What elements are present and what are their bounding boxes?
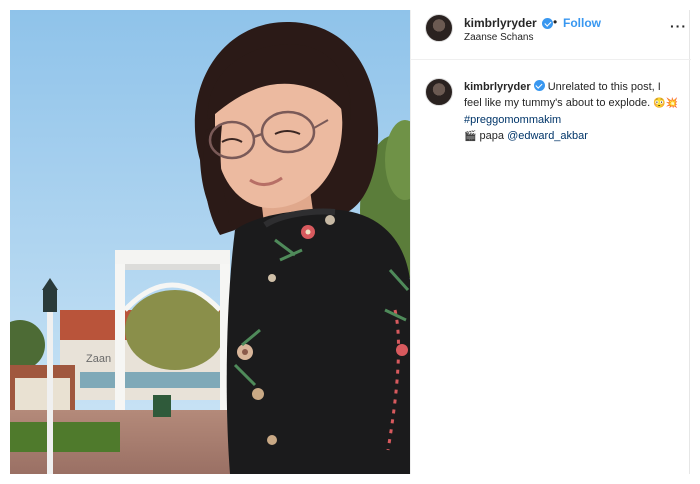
post-card: Zaan kimbrlyryder • Follow Zaanse Schans… — [10, 10, 691, 474]
post-header: kimbrlyryder • Follow Zaanse Schans ··· — [411, 10, 691, 60]
caption-text: kimbrlyryder Unrelated to this post, I f… — [464, 79, 679, 145]
mention-link[interactable]: @edward_akbar — [507, 130, 588, 142]
credit-text: papa — [479, 130, 504, 142]
clapper-board-icon: 🎬 — [464, 131, 477, 142]
post-photo[interactable]: Zaan — [10, 10, 410, 474]
hashtag-link[interactable]: #preggomommakim — [464, 114, 561, 126]
flushed-face-icon: 😳 — [653, 98, 666, 109]
collision-icon: 💥 — [665, 98, 679, 109]
caption-avatar[interactable] — [425, 78, 453, 106]
post-sidebar: kimbrlyryder • Follow Zaanse Schans ··· … — [410, 10, 691, 474]
post-username[interactable]: kimbrlyryder — [464, 16, 537, 30]
building-sign: Zaan — [86, 353, 111, 365]
avatar[interactable] — [425, 14, 453, 42]
location-link[interactable]: Zaanse Schans — [464, 32, 534, 43]
photo-illustration: Zaan — [10, 10, 410, 474]
follow-separator: • — [553, 15, 558, 29]
verified-badge-icon — [533, 80, 545, 91]
caption-username[interactable]: kimbrlyryder — [464, 81, 531, 93]
more-options-icon[interactable]: ··· — [670, 18, 687, 34]
follow-button[interactable]: Follow — [563, 16, 601, 30]
verified-badge-icon — [542, 18, 553, 29]
